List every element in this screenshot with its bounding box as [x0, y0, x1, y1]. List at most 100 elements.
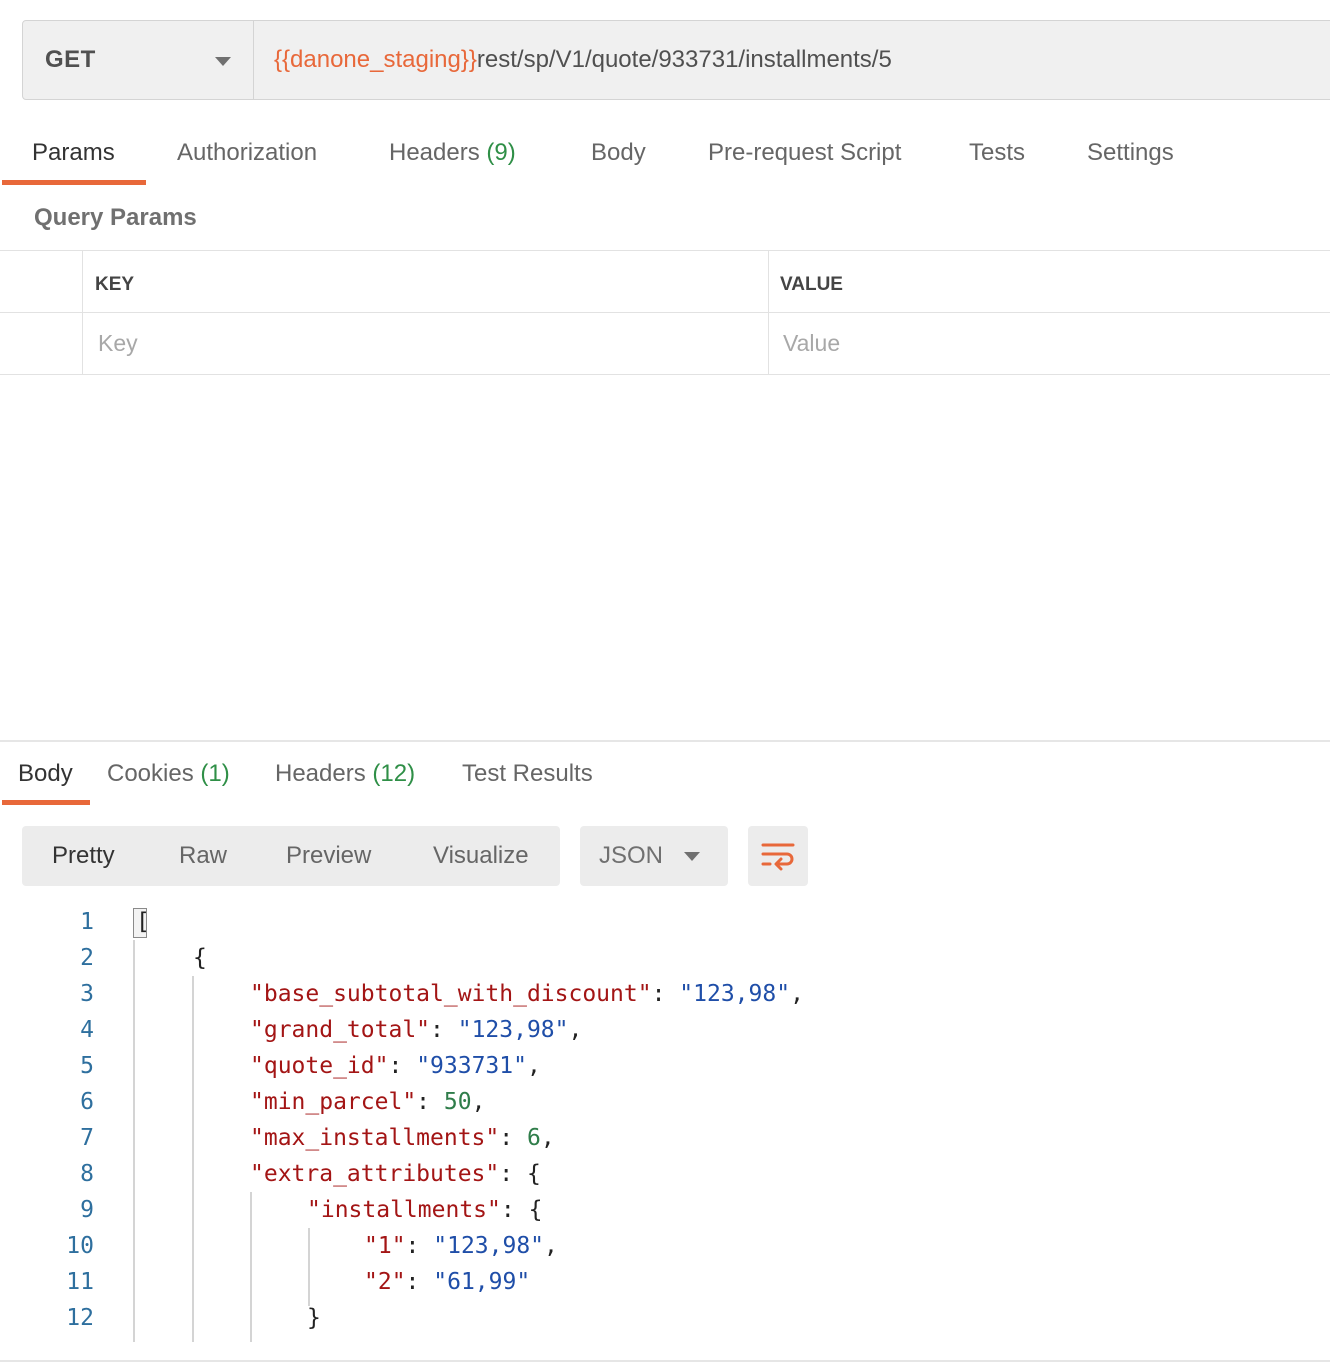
active-tab-indicator — [2, 800, 90, 805]
json-string: "123,98" — [679, 981, 791, 1007]
code-line: 7 "max_installments": 6, — [0, 1120, 1330, 1156]
code-line: 12} — [0, 1300, 1330, 1336]
tab-count: (12) — [372, 760, 416, 787]
bottom-border — [0, 1360, 1330, 1362]
response-tab-body[interactable]: Body — [18, 746, 73, 802]
tab-headers[interactable]: Headers (9) — [389, 122, 516, 186]
json-string: "933731" — [416, 1053, 527, 1079]
json-key: "grand_total" — [250, 1017, 431, 1043]
tab-count: (1) — [200, 760, 230, 787]
json-punctuation: , — [526, 1053, 541, 1079]
request-bar: GET {{danone_staging}} rest/sp/V1/quote/9… — [22, 20, 1330, 100]
key-input[interactable] — [98, 330, 498, 357]
code-line: 11 "2": "61,99" — [0, 1264, 1330, 1300]
json-punctuation: : — [405, 1233, 434, 1259]
request-tabs: Params Authorization Headers (9) Body Pr… — [0, 122, 1330, 186]
json-punctuation: , — [568, 1017, 583, 1043]
json-key: "1" — [364, 1233, 406, 1259]
code-text: "1": "123,98", — [364, 1228, 558, 1264]
json-key: "base_subtotal_with_discount" — [250, 981, 652, 1007]
code-text: } — [307, 1300, 321, 1336]
line-number: 2 — [80, 945, 94, 971]
code-text: "2": "61,99" — [364, 1264, 530, 1300]
line-number: 5 — [80, 1053, 94, 1079]
code-text: "max_installments": 6, — [250, 1120, 555, 1156]
tab-count: (9) — [486, 139, 516, 166]
json-punctuation: : — [416, 1089, 444, 1115]
response-tab-headers[interactable]: Headers (12) — [275, 746, 415, 802]
table-border — [0, 374, 1330, 375]
table-divider — [768, 250, 769, 375]
json-punctuation: : — [499, 1125, 527, 1151]
line-number: 7 — [80, 1125, 94, 1151]
code-text: "grand_total": "123,98", — [250, 1012, 582, 1048]
json-punctuation: , — [544, 1233, 558, 1259]
word-wrap-button[interactable] — [748, 826, 808, 886]
tab-settings[interactable]: Settings — [1087, 122, 1174, 186]
tab-params[interactable]: Params — [32, 122, 115, 186]
json-punctuation: , — [790, 981, 804, 1007]
view-mode-group: Pretty Raw Preview Visualize — [22, 826, 560, 886]
json-string: "123,98" — [457, 1017, 569, 1043]
value-column-header: VALUE — [780, 274, 843, 295]
format-select[interactable]: JSON — [580, 826, 728, 886]
tab-pre-request-script[interactable]: Pre-request Script — [708, 122, 901, 186]
json-punctuation: [ — [136, 909, 150, 935]
table-border — [0, 312, 1330, 313]
method-label: GET — [45, 46, 96, 73]
tab-label: Test Results — [462, 760, 593, 787]
pane-divider[interactable] — [0, 740, 1330, 742]
chevron-down-icon — [684, 852, 700, 861]
code-text: [ — [136, 904, 150, 940]
code-line: 5 "quote_id": "933731", — [0, 1048, 1330, 1084]
json-key: "extra_attributes" — [250, 1161, 500, 1187]
json-punctuation: { — [193, 945, 207, 971]
tab-tests[interactable]: Tests — [969, 122, 1025, 186]
response-tab-cookies[interactable]: Cookies (1) — [107, 746, 230, 802]
url-input[interactable]: {{danone_staging}} rest/sp/V1/quote/93373… — [254, 21, 1330, 99]
table-border — [0, 250, 1330, 251]
format-label: JSON — [599, 842, 664, 869]
line-number: 10 — [66, 1233, 94, 1259]
code-text: "extra_attributes": { — [250, 1156, 541, 1192]
code-text: "installments": { — [307, 1192, 542, 1228]
view-preview-button[interactable]: Preview — [286, 826, 371, 886]
json-key: "2" — [364, 1269, 406, 1295]
json-punctuation: , — [540, 1125, 555, 1151]
code-line: 9 "installments": { — [0, 1192, 1330, 1228]
json-punctuation: } — [307, 1305, 321, 1331]
line-number: 12 — [66, 1305, 94, 1331]
json-number: 50 — [443, 1089, 472, 1115]
tab-label: Cookies — [107, 760, 194, 787]
key-column-header: KEY — [95, 274, 135, 295]
code-text: "base_subtotal_with_discount": "123,98", — [250, 976, 804, 1012]
json-punctuation: : — [405, 1269, 434, 1295]
active-tab-indicator — [2, 180, 146, 185]
line-number: 3 — [80, 981, 94, 1007]
method-select[interactable]: GET — [23, 21, 254, 99]
response-body-viewer[interactable]: 1[2{3 "base_subtotal_with_discount": "123… — [0, 904, 1330, 1344]
line-number: 6 — [80, 1089, 94, 1115]
tab-authorization[interactable]: Authorization — [177, 122, 317, 186]
json-punctuation: , — [471, 1089, 486, 1115]
view-visualize-button[interactable]: Visualize — [433, 826, 529, 886]
tab-body[interactable]: Body — [591, 122, 646, 186]
code-line: 1[ — [0, 904, 1330, 940]
json-key: "installments" — [307, 1197, 501, 1223]
code-text: "quote_id": "933731", — [250, 1048, 541, 1084]
json-punctuation: : { — [500, 1197, 543, 1223]
line-number: 11 — [66, 1269, 94, 1295]
line-number: 1 — [80, 909, 94, 935]
json-string: "123,98" — [433, 1233, 545, 1259]
json-key: "quote_id" — [250, 1053, 389, 1079]
chevron-down-icon — [215, 57, 231, 66]
view-raw-button[interactable]: Raw — [179, 826, 227, 886]
tab-label: Headers — [389, 139, 480, 166]
tab-label: Params — [32, 139, 115, 166]
response-tab-test-results[interactable]: Test Results — [462, 746, 593, 802]
view-pretty-button[interactable]: Pretty — [52, 826, 115, 886]
query-params-table: KEY VALUE — [0, 250, 1330, 376]
json-key: "min_parcel" — [250, 1089, 417, 1115]
value-input[interactable] — [783, 330, 1183, 357]
json-punctuation: : — [388, 1053, 417, 1079]
